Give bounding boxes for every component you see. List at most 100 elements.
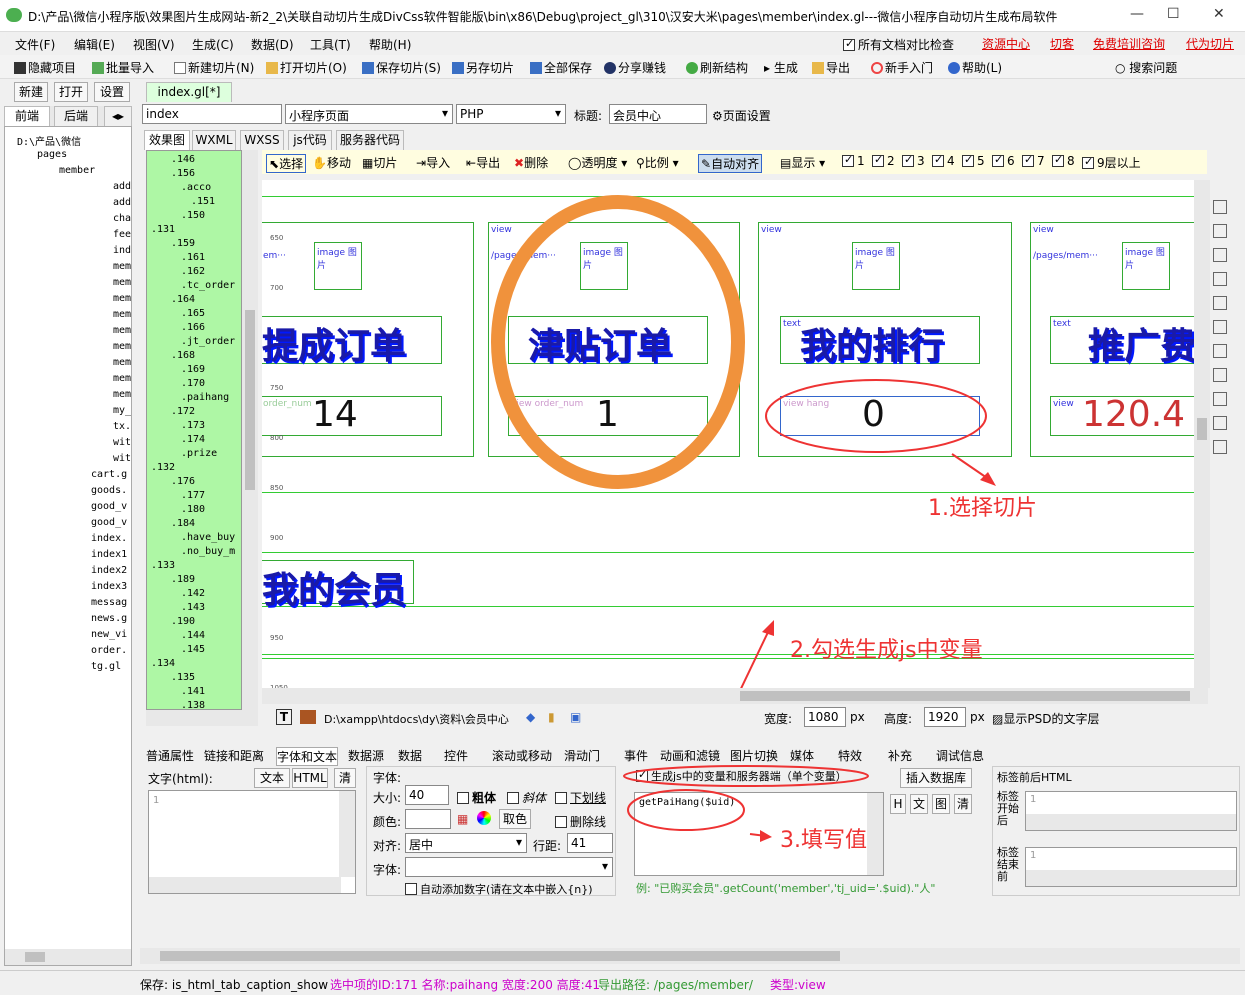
structure-node[interactable]: .176	[171, 476, 195, 487]
structure-node[interactable]: .acco	[181, 182, 211, 193]
structure-node[interactable]: .138	[181, 700, 205, 709]
structure-node[interactable]: .146	[171, 154, 195, 165]
design-canvas[interactable]: em··· image 图片 提成订单 order_num 14 view /p…	[262, 180, 1194, 688]
tree-file-item[interactable]: index2	[91, 565, 127, 576]
palette-icon[interactable]: ▦	[457, 812, 468, 826]
generate-button[interactable]: ▸ 生成	[764, 59, 798, 76]
tree-pages[interactable]: pages	[37, 149, 67, 160]
tree-file-item[interactable]: index1	[91, 549, 127, 560]
font-size-input[interactable]: 40	[405, 785, 449, 805]
tool-delete[interactable]: ✖删除	[514, 154, 548, 171]
height-input[interactable]: 1920	[924, 707, 966, 727]
link-qieke[interactable]: 切客	[1050, 35, 1074, 52]
structure-node[interactable]: .165	[181, 308, 205, 319]
structure-node[interactable]: .180	[181, 504, 205, 515]
menu-tools[interactable]: 工具(T)	[310, 36, 351, 53]
tree-file-item[interactable]: wit	[113, 453, 131, 464]
strikethrough-checkbox[interactable]: 删除线	[555, 813, 606, 830]
align-select[interactable]: 居中	[405, 833, 527, 853]
tool-display[interactable]: ▤显示 ▾	[780, 154, 825, 171]
auto-number-checkbox[interactable]: 自动添加数字(请在文本中嵌入{n})	[405, 881, 593, 897]
maximize-icon[interactable]: ☐	[1167, 6, 1180, 22]
tree-file-item[interactable]: new_vi	[91, 629, 127, 640]
property-tab[interactable]: 补充	[888, 747, 912, 764]
text-tool-icon[interactable]: T	[276, 709, 292, 725]
structure-node[interactable]: .142	[181, 588, 205, 599]
menu-generate[interactable]: 生成(C)	[192, 36, 234, 53]
property-tab[interactable]: 数据	[398, 747, 422, 764]
new-slice-button[interactable]: 新建切片(N)	[174, 59, 254, 76]
tree-file-item[interactable]: messag	[91, 597, 127, 608]
distribute-h-icon[interactable]	[1213, 344, 1227, 358]
structure-node[interactable]: .184	[171, 518, 195, 529]
structure-node[interactable]: .159	[171, 238, 195, 249]
tab-arrows[interactable]: ◂▸	[104, 106, 132, 126]
layer-checkbox[interactable]: 6	[992, 153, 1015, 168]
property-tab[interactable]: 普通属性	[146, 747, 194, 764]
close-icon[interactable]: ✕	[1213, 6, 1225, 22]
property-tab[interactable]: 数据源	[348, 747, 384, 764]
tree-file-item[interactable]: mem	[113, 309, 131, 320]
lock-icon[interactable]	[1213, 416, 1227, 430]
tree-file-item[interactable]: news.g	[91, 613, 127, 624]
link-free-training[interactable]: 免费培训咨询	[1093, 35, 1165, 52]
doc-tab[interactable]: index.gl[*]	[146, 82, 232, 102]
minimize-icon[interactable]: —	[1130, 6, 1144, 22]
structure-node[interactable]: .156	[171, 168, 195, 179]
structure-node[interactable]: .jt_order	[181, 336, 235, 347]
structure-node[interactable]: .170	[181, 378, 205, 389]
structure-node[interactable]: .150	[181, 210, 205, 221]
menu-edit[interactable]: 编辑(E)	[74, 36, 115, 53]
structure-node[interactable]: .168	[171, 350, 195, 361]
tag-end-editor[interactable]: 1	[1025, 847, 1237, 887]
settings-button[interactable]: 设置	[94, 82, 130, 102]
structure-node[interactable]: .tc_order	[181, 280, 235, 291]
canvas-vscroll-thumb[interactable]	[1197, 418, 1207, 440]
file-tree-hscroll[interactable]	[5, 949, 131, 965]
tool-auto-align[interactable]: ✎自动对齐	[698, 154, 763, 173]
save-all-button[interactable]: 全部保存	[530, 59, 592, 76]
clear-text-button[interactable]: 清	[334, 768, 356, 788]
tag-end-hscroll[interactable]	[1026, 870, 1236, 886]
structure-node[interactable]: .131	[151, 224, 175, 235]
page-name-input[interactable]: index	[142, 104, 282, 124]
tree-file-item[interactable]: add	[113, 197, 131, 208]
italic-checkbox[interactable]: 斜体	[507, 789, 546, 806]
page-settings-button[interactable]: ⚙页面设置	[712, 107, 771, 124]
layer-checkbox[interactable]: 9层以上	[1082, 154, 1141, 171]
property-tab[interactable]: 字体和文本	[276, 747, 339, 766]
menu-help[interactable]: 帮助(H)	[369, 36, 411, 53]
menu-file[interactable]: 文件(F)	[15, 36, 55, 53]
tree-file-item[interactable]: good_v	[91, 517, 127, 528]
tree-file-item[interactable]: my_	[113, 405, 131, 416]
structure-node[interactable]: .144	[181, 630, 205, 641]
tree-root[interactable]: D:\产品\微信	[17, 133, 81, 148]
text-html-editor[interactable]: 1	[148, 790, 356, 894]
tag-start-hscroll[interactable]	[1026, 814, 1236, 830]
align-bottom-icon[interactable]	[1213, 248, 1227, 262]
structure-node[interactable]: .174	[181, 434, 205, 445]
layer-checkbox[interactable]: 4	[932, 153, 955, 168]
beginner-guide-button[interactable]: 新手入门	[871, 59, 933, 76]
html-mode-button[interactable]: HTML	[292, 768, 328, 788]
tree-file-item[interactable]: order.	[91, 645, 127, 656]
tree-file-item[interactable]: mem	[113, 389, 131, 400]
width-input[interactable]: 1080	[804, 707, 846, 727]
structure-node[interactable]: .133	[151, 560, 175, 571]
canvas-hscroll[interactable]	[262, 688, 1208, 704]
layer-checkbox[interactable]: 1	[842, 153, 865, 168]
check-all-docs[interactable]: 所有文档对比检查	[843, 36, 954, 53]
property-tab[interactable]: 动画和滤镜	[660, 747, 720, 764]
layer-checkbox[interactable]: 8	[1052, 153, 1075, 168]
property-tab[interactable]: 调试信息	[936, 747, 984, 764]
property-tab[interactable]: 媒体	[790, 747, 814, 764]
search-question-button[interactable]: ○ 搜索问题	[1115, 59, 1177, 76]
structure-node[interactable]: .172	[171, 406, 195, 417]
line-height-input[interactable]: 41	[567, 833, 613, 853]
title-input[interactable]: 会员中心	[609, 104, 707, 124]
tree-file-item[interactable]: mem	[113, 373, 131, 384]
tree-file-item[interactable]: mem	[113, 277, 131, 288]
page-type-select[interactable]: 小程序页面	[285, 104, 453, 124]
structure-node[interactable]: .164	[171, 294, 195, 305]
layer-checkbox[interactable]: 3	[902, 153, 925, 168]
